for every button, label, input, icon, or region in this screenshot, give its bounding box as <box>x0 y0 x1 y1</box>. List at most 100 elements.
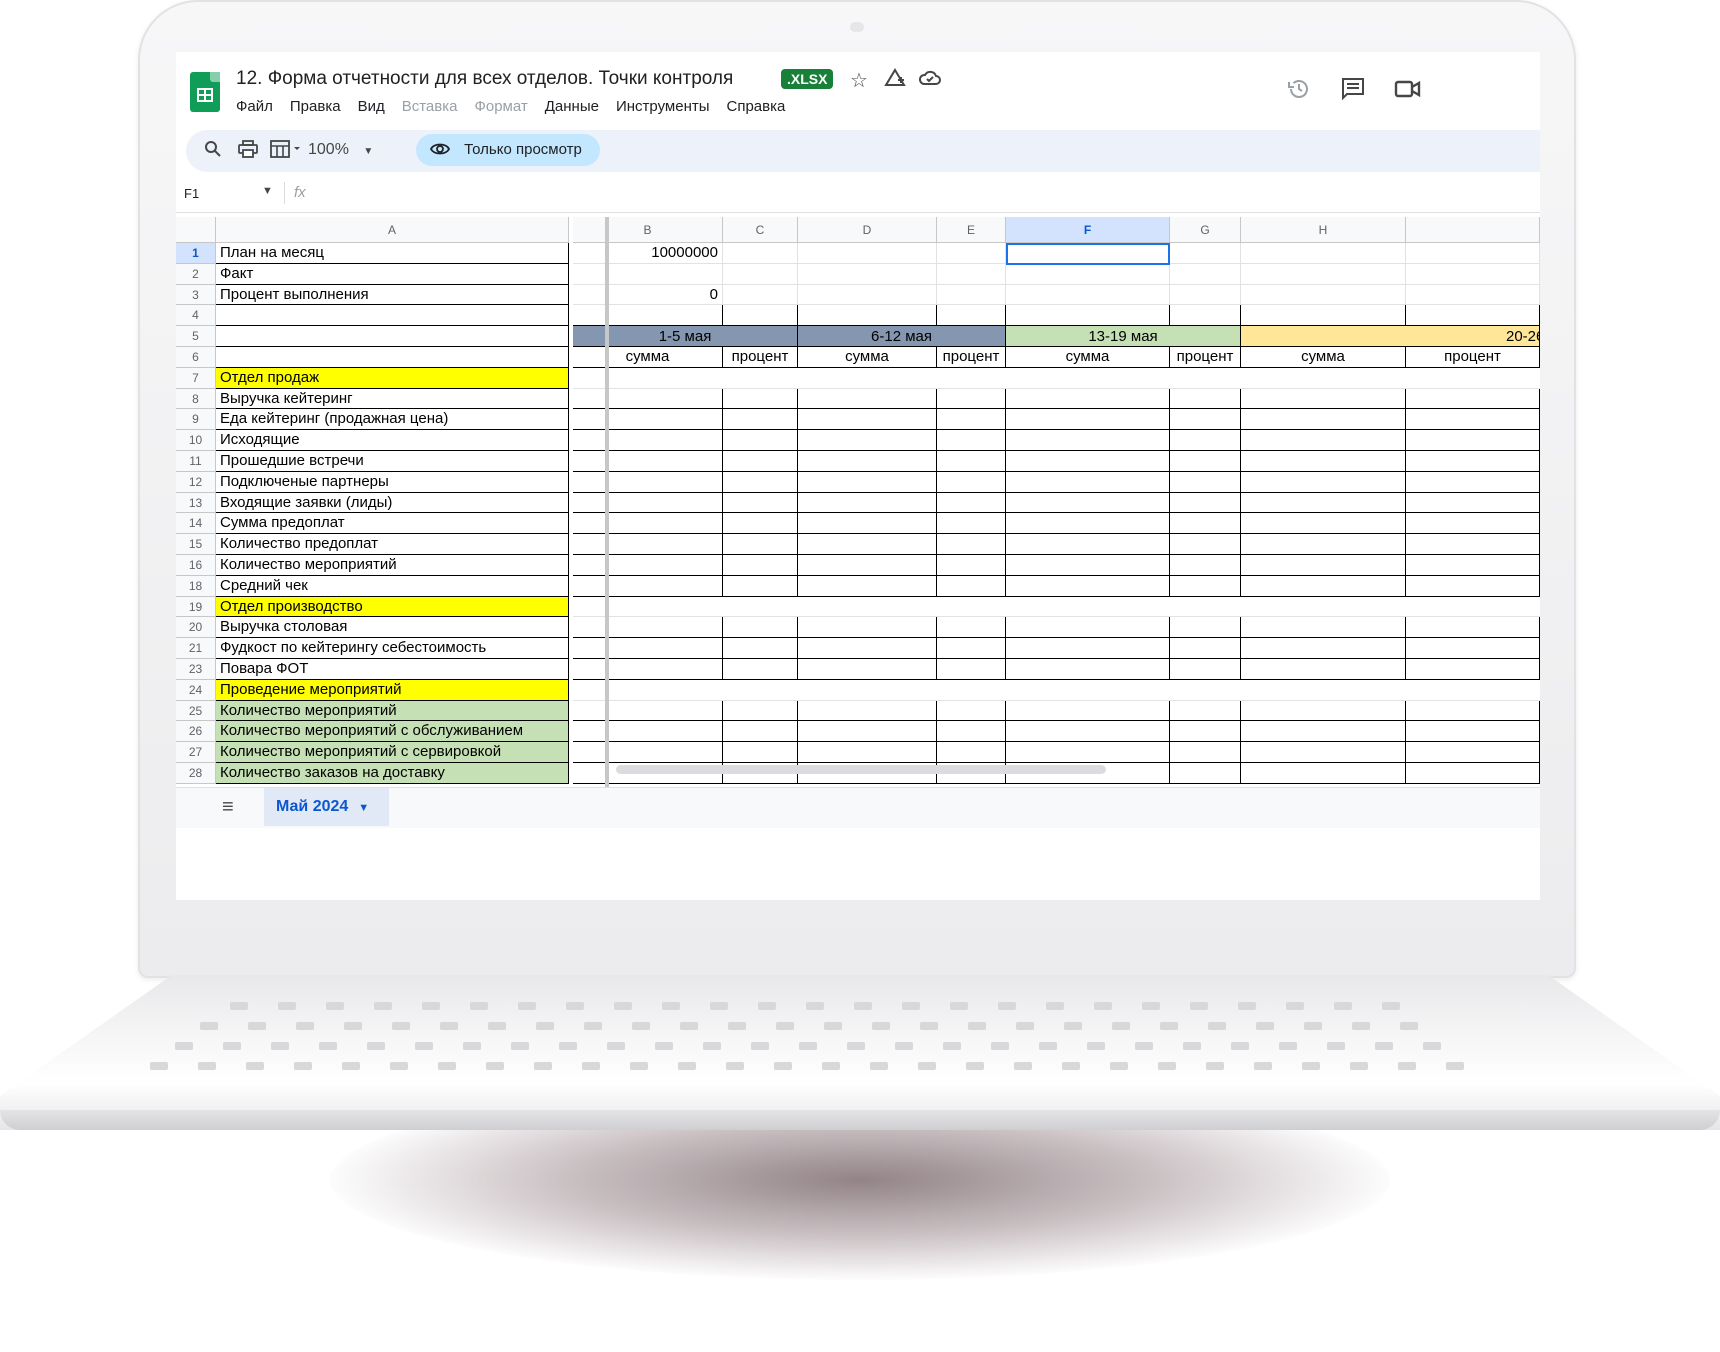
data-cell[interactable] <box>1241 451 1406 472</box>
row-header[interactable]: 10 <box>176 430 216 451</box>
data-cell[interactable] <box>1406 492 1540 514</box>
sub-header-percent[interactable]: процент <box>1170 347 1241 368</box>
data-cell[interactable] <box>1241 638 1406 659</box>
data-cell[interactable] <box>1406 721 1540 743</box>
data-cell[interactable] <box>573 659 723 680</box>
data-cell[interactable] <box>937 471 1006 493</box>
data-cell[interactable] <box>1241 513 1406 535</box>
data-cell[interactable] <box>573 555 723 576</box>
row-label-cell[interactable]: Количество мероприятий <box>216 700 569 722</box>
data-cell[interactable] <box>573 742 723 763</box>
sheet-tab-may-2024[interactable]: Май 2024 ▼ <box>264 788 390 826</box>
period-header[interactable]: 20-26 мая <box>1241 326 1540 347</box>
data-cell[interactable] <box>937 430 1006 451</box>
data-cell[interactable] <box>1006 409 1170 431</box>
row-label-cell[interactable]: Исходящие <box>216 430 569 451</box>
row-label-cell[interactable]: Количество мероприятий <box>216 555 569 576</box>
sub-header-percent[interactable]: процент <box>937 347 1006 368</box>
data-cell[interactable] <box>1241 305 1406 327</box>
data-cell[interactable] <box>1406 659 1540 680</box>
data-cell[interactable] <box>1241 284 1406 306</box>
data-cell[interactable] <box>937 263 1006 285</box>
star-icon[interactable]: ☆ <box>850 68 868 93</box>
data-cell[interactable] <box>937 617 1006 639</box>
menu-view[interactable]: Вид <box>358 98 385 115</box>
data-cell[interactable] <box>1006 700 1170 722</box>
data-cell[interactable] <box>1006 597 1170 618</box>
data-cell[interactable] <box>1406 451 1540 472</box>
row-header[interactable]: 20 <box>176 617 216 639</box>
row-label-cell[interactable]: Количество мероприятий с обслуживанием <box>216 721 569 743</box>
data-cell[interactable] <box>1406 638 1540 659</box>
sub-header-percent[interactable]: процент <box>723 347 798 368</box>
column-header-partial[interactable] <box>1406 217 1540 243</box>
data-cell[interactable] <box>723 680 798 701</box>
data-cell[interactable] <box>723 659 798 680</box>
data-cell[interactable] <box>798 430 937 451</box>
data-cell[interactable] <box>937 721 1006 743</box>
column-header-c[interactable]: C <box>723 217 798 243</box>
data-cell[interactable] <box>1241 763 1406 784</box>
sub-header-sum[interactable]: сумма <box>1006 347 1170 368</box>
row-label-cell[interactable]: Фудкост по кейтерингу себестоимость <box>216 638 569 659</box>
data-cell[interactable] <box>1006 451 1170 472</box>
data-cell[interactable] <box>1170 243 1241 264</box>
row-header[interactable]: 25 <box>176 700 216 722</box>
data-cell[interactable] <box>573 638 723 659</box>
data-cell[interactable] <box>1241 721 1406 743</box>
data-cell[interactable] <box>573 700 723 722</box>
data-cell[interactable] <box>1406 430 1540 451</box>
data-cell[interactable] <box>1241 409 1406 431</box>
row-header[interactable]: 19 <box>176 596 216 618</box>
row-header[interactable]: 2 <box>176 263 216 285</box>
row-header[interactable]: 3 <box>176 284 216 306</box>
data-cell[interactable] <box>573 471 723 493</box>
select-all-corner[interactable] <box>176 217 216 243</box>
selected-cell-f1[interactable] <box>1006 243 1170 265</box>
row-header[interactable]: 11 <box>176 451 216 472</box>
data-cell[interactable] <box>1241 388 1406 410</box>
data-cell[interactable] <box>1170 368 1241 389</box>
data-cell[interactable] <box>1241 430 1406 451</box>
column-header-b[interactable]: B <box>573 217 723 243</box>
data-cell[interactable] <box>1406 555 1540 576</box>
data-cell[interactable] <box>937 513 1006 535</box>
data-cell[interactable] <box>723 742 798 763</box>
data-cell[interactable] <box>1241 617 1406 639</box>
data-cell[interactable] <box>573 305 723 327</box>
data-cell[interactable] <box>1406 388 1540 410</box>
data-cell[interactable] <box>1170 617 1241 639</box>
data-cell[interactable] <box>1241 471 1406 493</box>
data-cell[interactable] <box>723 409 798 431</box>
data-cell[interactable] <box>573 617 723 639</box>
data-cell[interactable] <box>1006 680 1170 701</box>
row-label-cell[interactable]: Выручка столовая <box>216 617 569 639</box>
data-cell[interactable] <box>1241 597 1406 618</box>
data-cell[interactable] <box>723 575 798 597</box>
data-cell[interactable] <box>1170 492 1241 514</box>
data-cell[interactable] <box>1406 617 1540 639</box>
name-box[interactable]: F1 <box>184 186 199 201</box>
data-cell[interactable] <box>1006 659 1170 680</box>
data-cell[interactable] <box>1006 513 1170 535</box>
data-cell[interactable] <box>1406 368 1540 389</box>
row-label-cell[interactable]: Факт <box>216 263 569 285</box>
data-cell[interactable] <box>1006 388 1170 410</box>
column-header-a[interactable]: A <box>216 217 569 243</box>
row-label-cell[interactable]: Прошедшие встречи <box>216 451 569 472</box>
data-cell[interactable] <box>937 284 1006 306</box>
row-header[interactable]: 7 <box>176 367 216 389</box>
data-cell[interactable] <box>1170 680 1241 701</box>
data-cell[interactable] <box>798 263 937 285</box>
data-cell[interactable] <box>573 492 723 514</box>
data-cell[interactable] <box>1241 534 1406 555</box>
data-cell[interactable] <box>798 555 937 576</box>
data-cell[interactable] <box>1406 409 1540 431</box>
column-header-g[interactable]: G <box>1170 217 1241 243</box>
row-header[interactable]: 9 <box>176 409 216 431</box>
data-cell[interactable] <box>573 575 723 597</box>
row-label-cell[interactable]: Процент выполнения <box>216 284 569 306</box>
data-cell[interactable] <box>1170 659 1241 680</box>
data-cell[interactable] <box>1241 659 1406 680</box>
data-cell[interactable] <box>1241 742 1406 763</box>
